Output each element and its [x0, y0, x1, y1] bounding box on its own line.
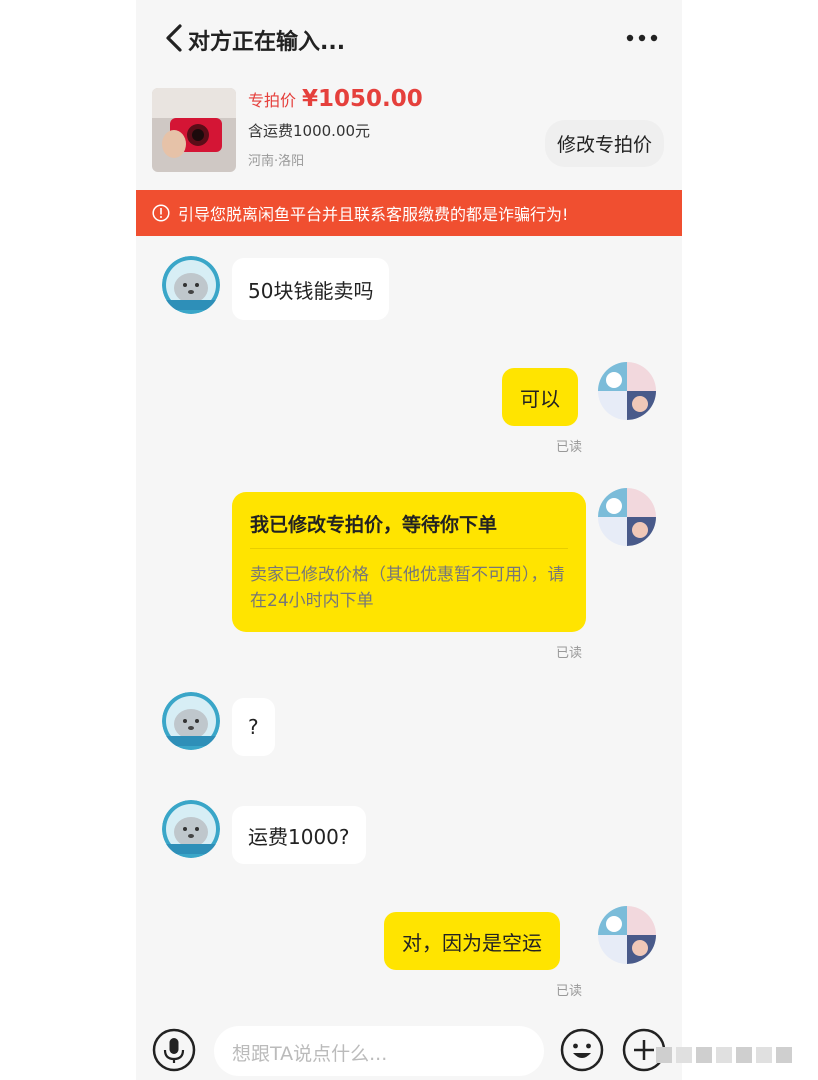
- product-thumbnail[interactable]: [152, 88, 236, 172]
- read-status: 已读: [556, 440, 583, 455]
- chat-title: 对方正在输入...: [188, 30, 346, 55]
- price-value: ¥1050.00: [302, 86, 423, 112]
- message-bubble: 运费1000?: [232, 806, 366, 864]
- buyer-avatar[interactable]: [162, 256, 220, 314]
- message-bubble: 可以: [502, 368, 578, 426]
- chat-header: 对方正在输入...: [136, 0, 682, 80]
- price-changed-card[interactable]: 我已修改专拍价，等待你下单 卖家已修改价格（其他优惠暂不可用），请在24小时内下…: [232, 492, 586, 632]
- shipping-fee: 含运费1000.00元: [248, 122, 371, 140]
- message-bubble: ?: [232, 698, 275, 756]
- card-title: 我已修改专拍价，等待你下单: [250, 514, 498, 536]
- read-status: 已读: [556, 646, 583, 661]
- message-text: 运费1000?: [248, 824, 350, 849]
- message-text: 50块钱能卖吗: [248, 278, 374, 303]
- product-card[interactable]: 专拍价 ¥1050.00 含运费1000.00元 河南·洛阳 修改专拍价: [136, 80, 682, 190]
- price-tag-label: 专拍价: [248, 91, 297, 110]
- seller-avatar[interactable]: [598, 362, 656, 420]
- product-location: 河南·洛阳: [248, 154, 305, 169]
- price-line: 专拍价 ¥1050.00: [248, 86, 423, 112]
- warning-icon: [152, 204, 170, 222]
- message-text: ?: [248, 715, 259, 739]
- warning-text: 引导您脱离闲鱼平台并且联系客服缴费的都是诈骗行为!: [178, 205, 569, 224]
- card-body: 卖家已修改价格（其他优惠暂不可用），请在24小时内下单: [250, 565, 565, 611]
- read-status: 已读: [556, 984, 583, 999]
- message-bubble: 对，因为是空运: [384, 912, 560, 970]
- card-divider: [250, 548, 568, 549]
- edit-price-button[interactable]: 修改专拍价: [544, 120, 664, 167]
- watermark-mark: [656, 1047, 792, 1063]
- input-placeholder: 想跟TA说点什么...: [232, 1043, 388, 1065]
- seller-avatar[interactable]: [598, 488, 656, 546]
- more-options-icon[interactable]: [624, 26, 660, 50]
- emoji-icon[interactable]: [560, 1028, 604, 1072]
- message-bubble: 50块钱能卖吗: [232, 258, 390, 320]
- voice-input-icon[interactable]: [152, 1028, 196, 1072]
- message-input[interactable]: 想跟TA说点什么...: [214, 1026, 544, 1076]
- buyer-avatar[interactable]: [162, 800, 220, 858]
- seller-avatar[interactable]: [598, 906, 656, 964]
- fraud-warning-banner: 引导您脱离闲鱼平台并且联系客服缴费的都是诈骗行为!: [136, 190, 682, 236]
- buyer-avatar[interactable]: [162, 692, 220, 750]
- chat-screen: 对方正在输入... 专拍价 ¥1050.00 含运费1000.00元 河南·洛阳 …: [136, 0, 682, 1080]
- message-text: 可以: [520, 386, 560, 411]
- message-text: 对，因为是空运: [402, 930, 542, 955]
- input-bar: 想跟TA说点什么...: [136, 1020, 682, 1080]
